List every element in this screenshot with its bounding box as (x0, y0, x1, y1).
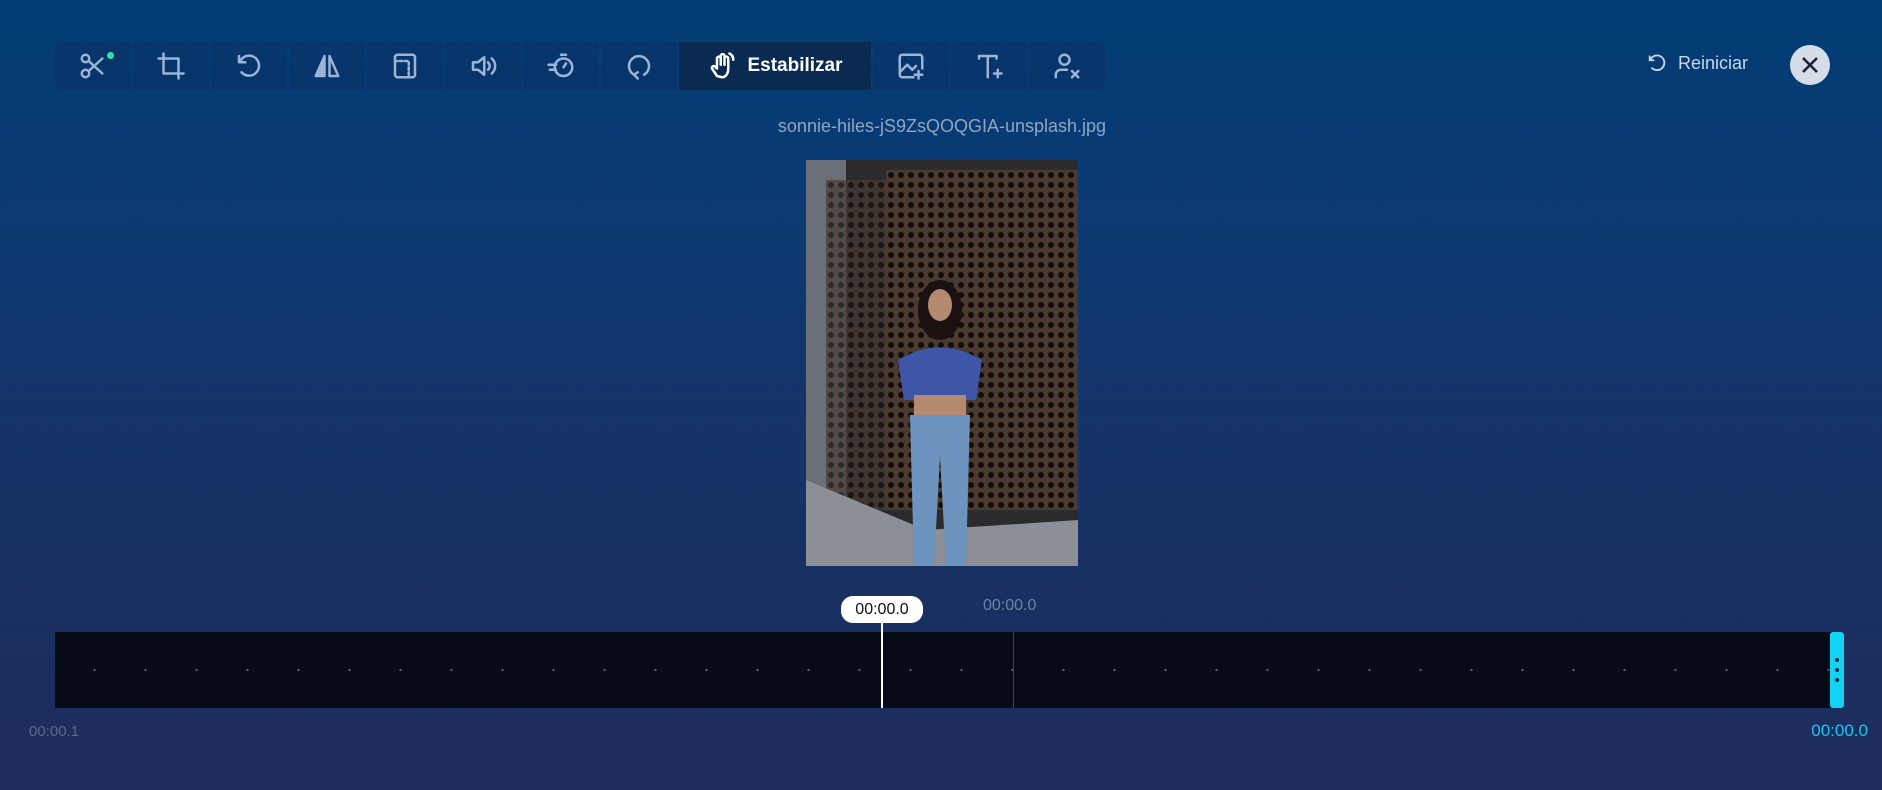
playhead[interactable] (881, 624, 883, 708)
reset-icon (1648, 54, 1666, 71)
close-button[interactable] (1790, 45, 1830, 85)
add-text-button[interactable] (951, 42, 1027, 90)
remove-person-icon (1054, 53, 1080, 79)
timeline-track[interactable] (55, 624, 1844, 708)
end-time: 00:00.0 (1811, 721, 1868, 740)
add-text-icon (977, 54, 1003, 79)
timeline-ticks (55, 669, 1844, 671)
reset-button[interactable]: Reiniciar (1646, 52, 1748, 74)
reset-label: Reiniciar (1678, 52, 1749, 73)
scissors-icon (80, 53, 104, 79)
rotate-icon (237, 54, 261, 77)
rotate-button[interactable] (211, 42, 287, 90)
add-image-button[interactable] (873, 42, 949, 90)
active-indicator (107, 52, 114, 59)
add-image-icon (898, 53, 924, 80)
loop-icon (627, 54, 651, 80)
marker-time: 00:00.0 (983, 597, 1037, 614)
stabilize-button[interactable]: Estabilizar (679, 42, 871, 90)
timeline-marker (1013, 632, 1014, 708)
loop-button[interactable] (601, 42, 677, 90)
crop-icon (157, 52, 185, 80)
close-icon (1802, 57, 1818, 73)
remove-person-button[interactable] (1029, 42, 1105, 90)
media-preview (806, 160, 1078, 566)
start-time: 00:00.1 (29, 723, 80, 740)
frame-button[interactable] (367, 42, 443, 90)
trim-button[interactable] (55, 42, 131, 90)
editor-toolbar: Estabilizar (55, 42, 1105, 90)
crop-button[interactable] (133, 42, 209, 90)
file-name: sonnie-hiles-jS9ZsQOQGIA-unsplash.jpg (777, 116, 1107, 136)
stabilize-label: Estabilizar (747, 55, 843, 76)
frame-icon (393, 53, 417, 79)
speed-button[interactable] (523, 42, 599, 90)
volume-button[interactable] (445, 42, 521, 90)
speed-icon (547, 53, 574, 78)
playhead-time: 00:00.0 (841, 596, 923, 625)
flip-icon (314, 54, 340, 78)
hand-wave-icon (711, 52, 735, 79)
trim-end-handle[interactable] (1830, 632, 1844, 708)
volume-icon (471, 56, 497, 76)
flip-button[interactable] (289, 42, 365, 90)
